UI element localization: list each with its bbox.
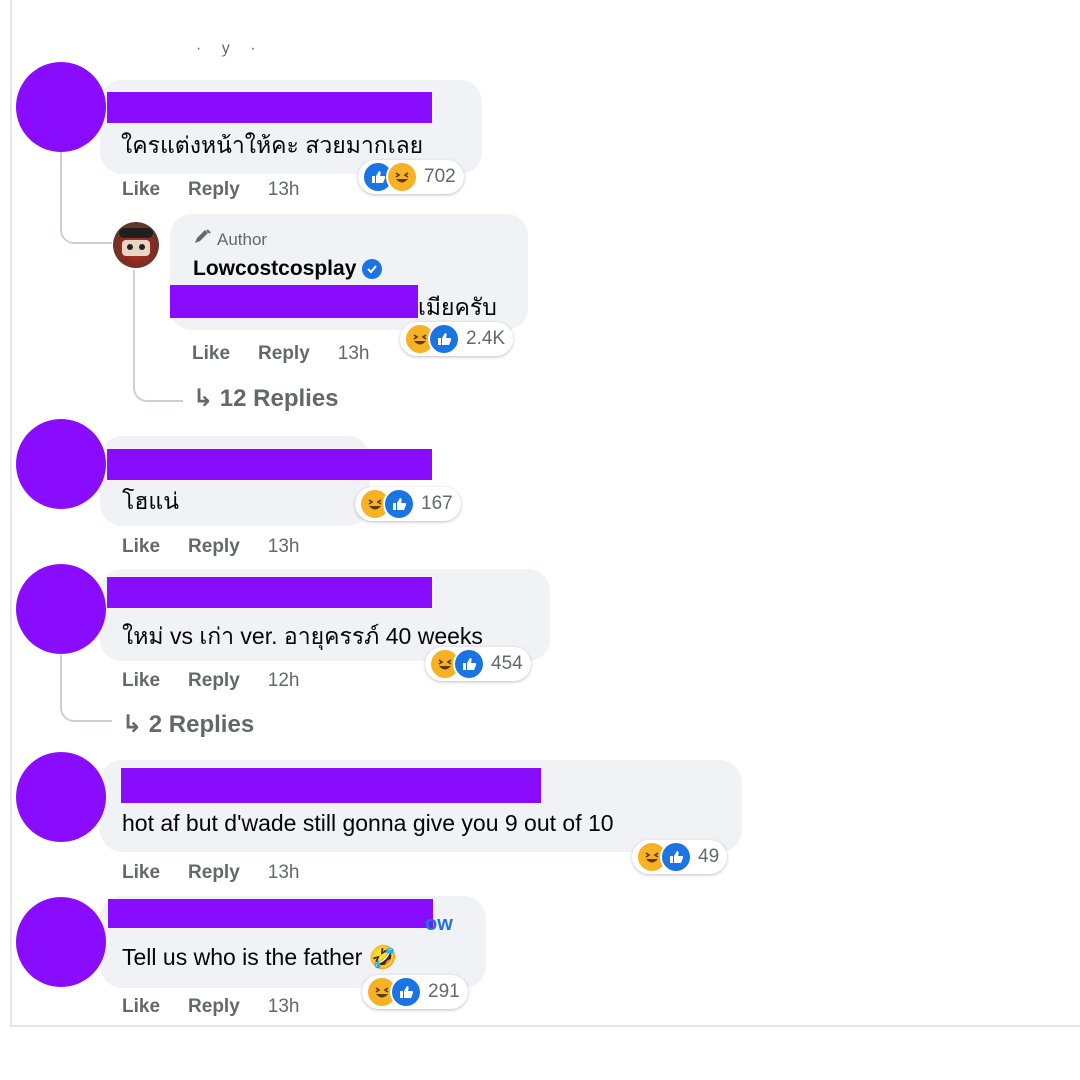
like-button[interactable]: Like (122, 179, 160, 200)
reaction-summary[interactable]: 2.4K (400, 322, 514, 356)
reaction-summary[interactable]: 702 (358, 160, 464, 194)
like-icon (660, 841, 692, 873)
timestamp[interactable]: 13h (268, 179, 300, 200)
like-button[interactable]: Like (122, 862, 160, 883)
redacted-name (107, 92, 432, 123)
timestamp[interactable]: 13h (268, 996, 300, 1017)
redacted-name (107, 577, 432, 608)
rolling-laughing-emoji: 🤣 (368, 944, 398, 970)
like-icon (383, 488, 415, 520)
author-badge: Author (193, 229, 267, 250)
reaction-summary[interactable]: 167 (355, 487, 461, 521)
reply-button[interactable]: Reply (188, 862, 240, 883)
comment-actions: Like Reply 13h (122, 862, 327, 884)
avatar[interactable] (16, 564, 106, 654)
redacted-name (107, 449, 432, 480)
reaction-count: 49 (698, 846, 720, 867)
comment-actions: Like Reply 12h (122, 670, 327, 692)
comment-actions: Like Reply 13h (122, 996, 327, 1018)
thread-connector (60, 655, 112, 722)
comment-text: hot af but d'wade still gonna give you 9… (122, 810, 614, 836)
verified-icon (362, 259, 383, 279)
redacted-text (170, 285, 418, 318)
reaction-summary[interactable]: 454 (425, 647, 531, 681)
avatar[interactable] (16, 752, 106, 842)
reply-button[interactable]: Reply (188, 996, 240, 1017)
like-icon (428, 323, 460, 355)
like-button[interactable]: Like (122, 996, 160, 1017)
redacted-name (121, 768, 541, 803)
comment-text: ใหม่ vs เก่า ver. อายุครรภ์ 40 weeks (122, 623, 483, 649)
truncated-previous-text: · y · (196, 40, 264, 57)
like-icon (453, 648, 485, 680)
view-replies-link[interactable]: ↳ 12 Replies (193, 384, 339, 413)
avatar[interactable] (16, 419, 106, 509)
thread-connector (133, 270, 183, 402)
comment-actions: Like Reply 13h (192, 343, 397, 365)
timestamp[interactable]: 13h (268, 862, 300, 883)
comment-actions: Like Reply 13h (122, 536, 327, 558)
like-icon (390, 976, 422, 1008)
like-button[interactable]: Like (192, 343, 230, 364)
reaction-count: 454 (491, 653, 523, 674)
avatar[interactable] (16, 62, 106, 152)
timestamp[interactable]: 12h (268, 670, 300, 691)
thread-connector (60, 152, 112, 244)
comment-actions: Like Reply 13h (122, 179, 327, 201)
like-button[interactable]: Like (122, 536, 160, 557)
reaction-count: 2.4K (466, 328, 506, 349)
comment-text: Tell us who is the father 🤣 (122, 944, 398, 970)
avatar[interactable] (16, 897, 106, 987)
comment-text: ใครแต่งหน้าให้คะ สวยมากเลย (121, 132, 424, 158)
reply-button[interactable]: Reply (258, 343, 310, 364)
reply-button[interactable]: Reply (188, 670, 240, 691)
like-button[interactable]: Like (122, 670, 160, 691)
reply-button[interactable]: Reply (188, 536, 240, 557)
pencil-icon (193, 229, 213, 250)
commenter-name[interactable]: Lowcostcosplay (193, 257, 383, 281)
timestamp[interactable]: 13h (338, 343, 370, 364)
reply-button[interactable]: Reply (188, 179, 240, 200)
view-replies-link[interactable]: ↳ 2 Replies (122, 710, 254, 739)
comment-text: โฮแน่ (122, 488, 179, 514)
reaction-summary[interactable]: 291 (362, 975, 468, 1009)
reaction-count: 702 (424, 166, 456, 187)
redacted-name (108, 899, 433, 928)
haha-icon (386, 161, 418, 193)
reaction-count: 291 (428, 981, 460, 1002)
reaction-summary[interactable]: 49 (632, 840, 728, 874)
comment-text: เมียครับ (418, 294, 497, 320)
reaction-count: 167 (421, 493, 453, 514)
timestamp[interactable]: 13h (268, 536, 300, 557)
author-avatar[interactable] (113, 222, 159, 268)
follow-link[interactable]: ow (425, 913, 453, 936)
